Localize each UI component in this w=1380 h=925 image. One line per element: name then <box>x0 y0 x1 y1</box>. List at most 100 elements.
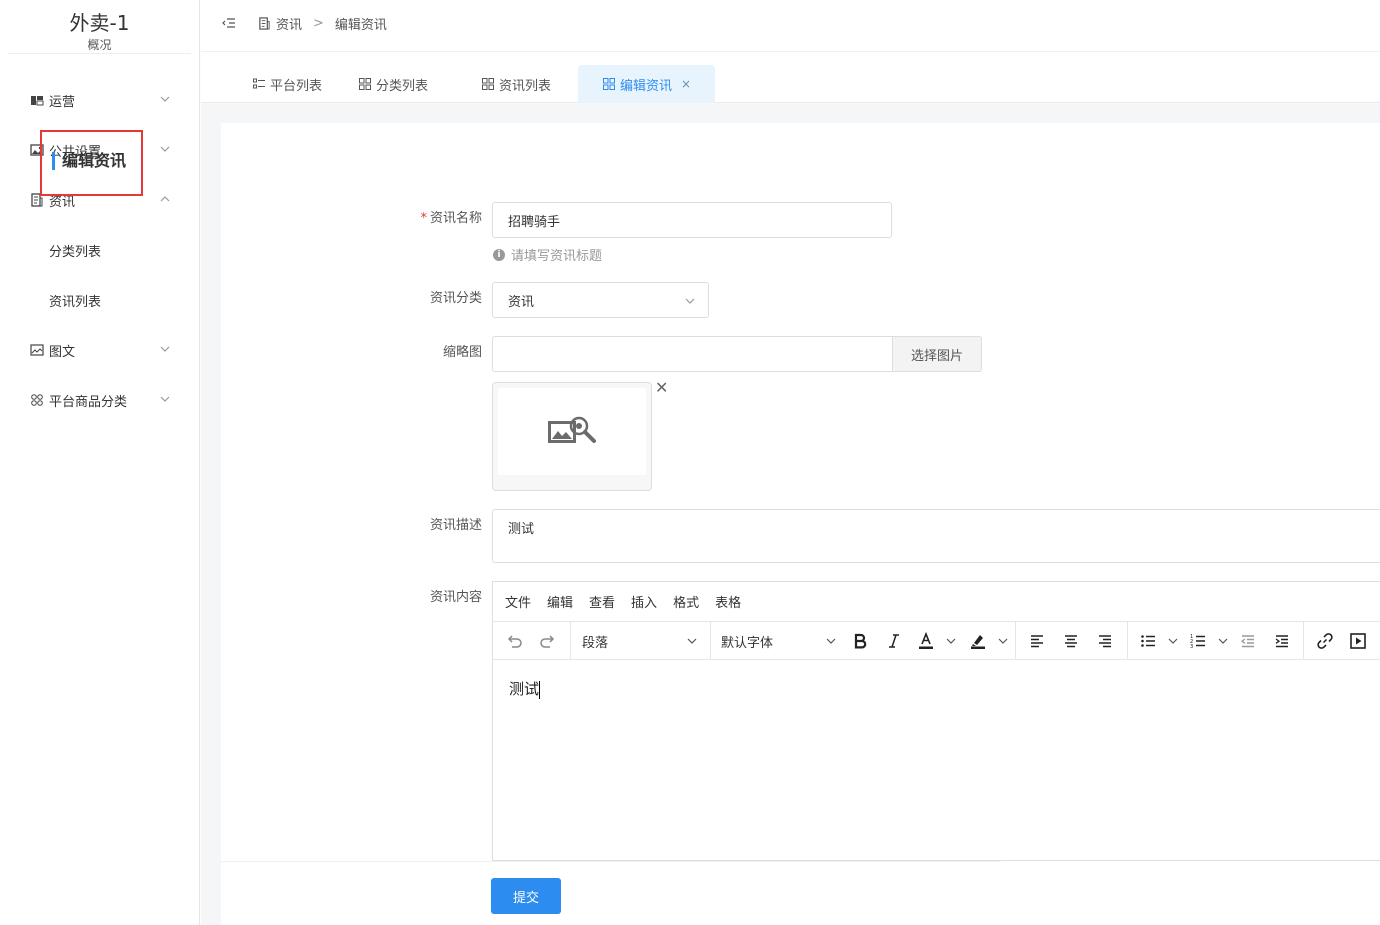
info-icon: i <box>493 248 505 261</box>
bold-icon[interactable] <box>846 622 874 660</box>
chevron-down-icon <box>687 638 697 644</box>
redo-icon[interactable] <box>533 622 563 660</box>
link-icon[interactable] <box>1311 622 1339 660</box>
sidebar-subitem-category-list[interactable]: 分类列表 <box>0 225 199 275</box>
top-header: 资讯 > 编辑资讯 <box>201 0 1380 52</box>
name-hint: i 请填写资讯标题 <box>493 245 602 264</box>
toolbar-separator <box>710 622 711 660</box>
toolbar-separator <box>1303 622 1304 660</box>
toolbar-separator <box>1127 622 1128 660</box>
editor-content[interactable]: 测试 <box>493 660 1380 717</box>
toolbar-separator <box>1015 622 1016 660</box>
tab-close-icon[interactable]: × <box>681 77 691 91</box>
image-placeholder-icon <box>548 416 596 443</box>
text-color-icon[interactable] <box>913 622 939 660</box>
bullet-list-icon[interactable] <box>1135 622 1161 660</box>
menu-table[interactable]: 表格 <box>715 592 741 611</box>
sidebar-item-graphics[interactable]: 图文 <box>0 325 199 375</box>
breadcrumb-separator: > <box>313 16 324 31</box>
name-label-text: 资讯名称 <box>429 211 482 226</box>
align-left-icon[interactable] <box>1023 622 1051 660</box>
apps-icon <box>30 393 44 407</box>
picture-icon <box>30 343 44 357</box>
document-icon <box>259 17 270 30</box>
tab-bar: 平台列表 分类列表 资讯列表 编辑资讯 × <box>201 53 1380 103</box>
menu-file[interactable]: 文件 <box>505 592 531 611</box>
menu-insert[interactable]: 插入 <box>631 592 657 611</box>
tab-label: 平台列表 <box>270 78 323 94</box>
sidebar-item-label: 图文 <box>49 344 76 360</box>
sidebar-item-operations[interactable]: 运营 <box>0 75 199 125</box>
tab-label: 编辑资讯 <box>620 78 673 94</box>
remove-image-icon[interactable]: ✕ <box>655 378 668 397</box>
svg-text:3: 3 <box>1190 644 1193 649</box>
tab-news-list[interactable]: 资讯列表 <box>482 65 551 103</box>
content-label: 资讯内容 <box>429 590 482 605</box>
overview-link[interactable]: 概况 <box>8 36 191 54</box>
text-caret <box>539 680 541 699</box>
breadcrumb-parent[interactable]: 资讯 <box>276 14 302 33</box>
font-family-select[interactable]: 默认字体 <box>721 622 841 660</box>
required-mark: * <box>420 211 427 226</box>
footer-divider <box>221 861 1001 862</box>
grid-icon <box>359 78 371 90</box>
italic-icon[interactable] <box>880 622 908 660</box>
sidebar-subitem-news-list[interactable]: 资讯列表 <box>0 275 199 325</box>
thumbnail-input[interactable] <box>492 336 893 372</box>
thumbnail-image <box>498 388 646 475</box>
category-label: 资讯分类 <box>429 291 482 306</box>
sidebar-menu: 运营 公共设置 资讯 分类列表 资讯列表 图文 平台商品分类 <box>0 75 199 425</box>
menu-format[interactable]: 格式 <box>673 592 699 611</box>
news-name-input[interactable]: 招聘骑手 <box>492 202 892 238</box>
tab-category-list[interactable]: 分类列表 <box>359 65 428 103</box>
outdent-icon[interactable] <box>1235 622 1261 660</box>
chevron-down-icon <box>160 346 170 352</box>
category-select[interactable]: 资讯 <box>492 282 709 318</box>
sidebar-item-label: 平台商品分类 <box>49 394 128 410</box>
dashboard-icon <box>30 93 44 107</box>
description-textarea[interactable]: 测试 <box>492 509 1380 563</box>
name-label: * 资讯名称 <box>362 210 482 228</box>
tab-label: 资讯列表 <box>499 78 552 94</box>
grid-icon <box>603 78 615 90</box>
align-right-icon[interactable] <box>1091 622 1119 660</box>
category-selected-value: 资讯 <box>508 294 535 310</box>
chevron-down-icon <box>826 638 836 644</box>
breadcrumb-current: 编辑资讯 <box>334 18 387 33</box>
thumbnail-label: 缩略图 <box>442 345 482 360</box>
submit-button[interactable]: 提交 <box>491 878 561 914</box>
menu-edit[interactable]: 编辑 <box>547 592 573 611</box>
sidebar-item-product-category[interactable]: 平台商品分类 <box>0 375 199 425</box>
chevron-down-icon[interactable] <box>943 622 959 660</box>
chevron-down-icon <box>160 146 170 152</box>
numbered-list-icon[interactable]: 123 <box>1185 622 1211 660</box>
menu-view[interactable]: 查看 <box>589 592 615 611</box>
sidebar-item-label: 运营 <box>49 94 76 110</box>
choose-image-button[interactable]: 选择图片 <box>893 336 982 372</box>
undo-icon[interactable] <box>499 622 529 660</box>
media-icon[interactable] <box>1345 622 1371 660</box>
chevron-down-icon[interactable] <box>1165 622 1181 660</box>
chevron-down-icon <box>160 396 170 402</box>
rich-text-editor: 文件 编辑 查看 插入 格式 表格 段落 默认字体 1 2 3 测试 <box>492 581 1380 861</box>
tab-platform-list[interactable]: 平台列表 <box>253 65 322 103</box>
chevron-down-icon[interactable] <box>995 622 1011 660</box>
chevron-down-icon[interactable] <box>1215 622 1231 660</box>
align-center-icon[interactable] <box>1057 622 1085 660</box>
toolbar-separator <box>570 622 571 660</box>
block-format-select[interactable]: 段落 <box>582 622 702 660</box>
font-family-value: 默认字体 <box>721 635 774 651</box>
chevron-down-icon <box>160 96 170 102</box>
highlight-color-icon[interactable] <box>965 622 991 660</box>
breadcrumb: 资讯 > 编辑资讯 <box>258 14 387 33</box>
tab-label: 分类列表 <box>376 78 429 94</box>
section-title: 编辑资讯 <box>52 150 126 172</box>
brand: 外卖-1 概况 <box>8 0 191 54</box>
editor-text: 测试 <box>509 680 540 698</box>
menu-fold-icon[interactable] <box>221 15 237 31</box>
grid-icon <box>482 78 494 90</box>
indent-icon[interactable] <box>1269 622 1295 660</box>
block-format-value: 段落 <box>582 635 609 651</box>
tab-edit-news[interactable]: 编辑资讯 × <box>578 65 716 103</box>
list-icon <box>253 78 265 89</box>
